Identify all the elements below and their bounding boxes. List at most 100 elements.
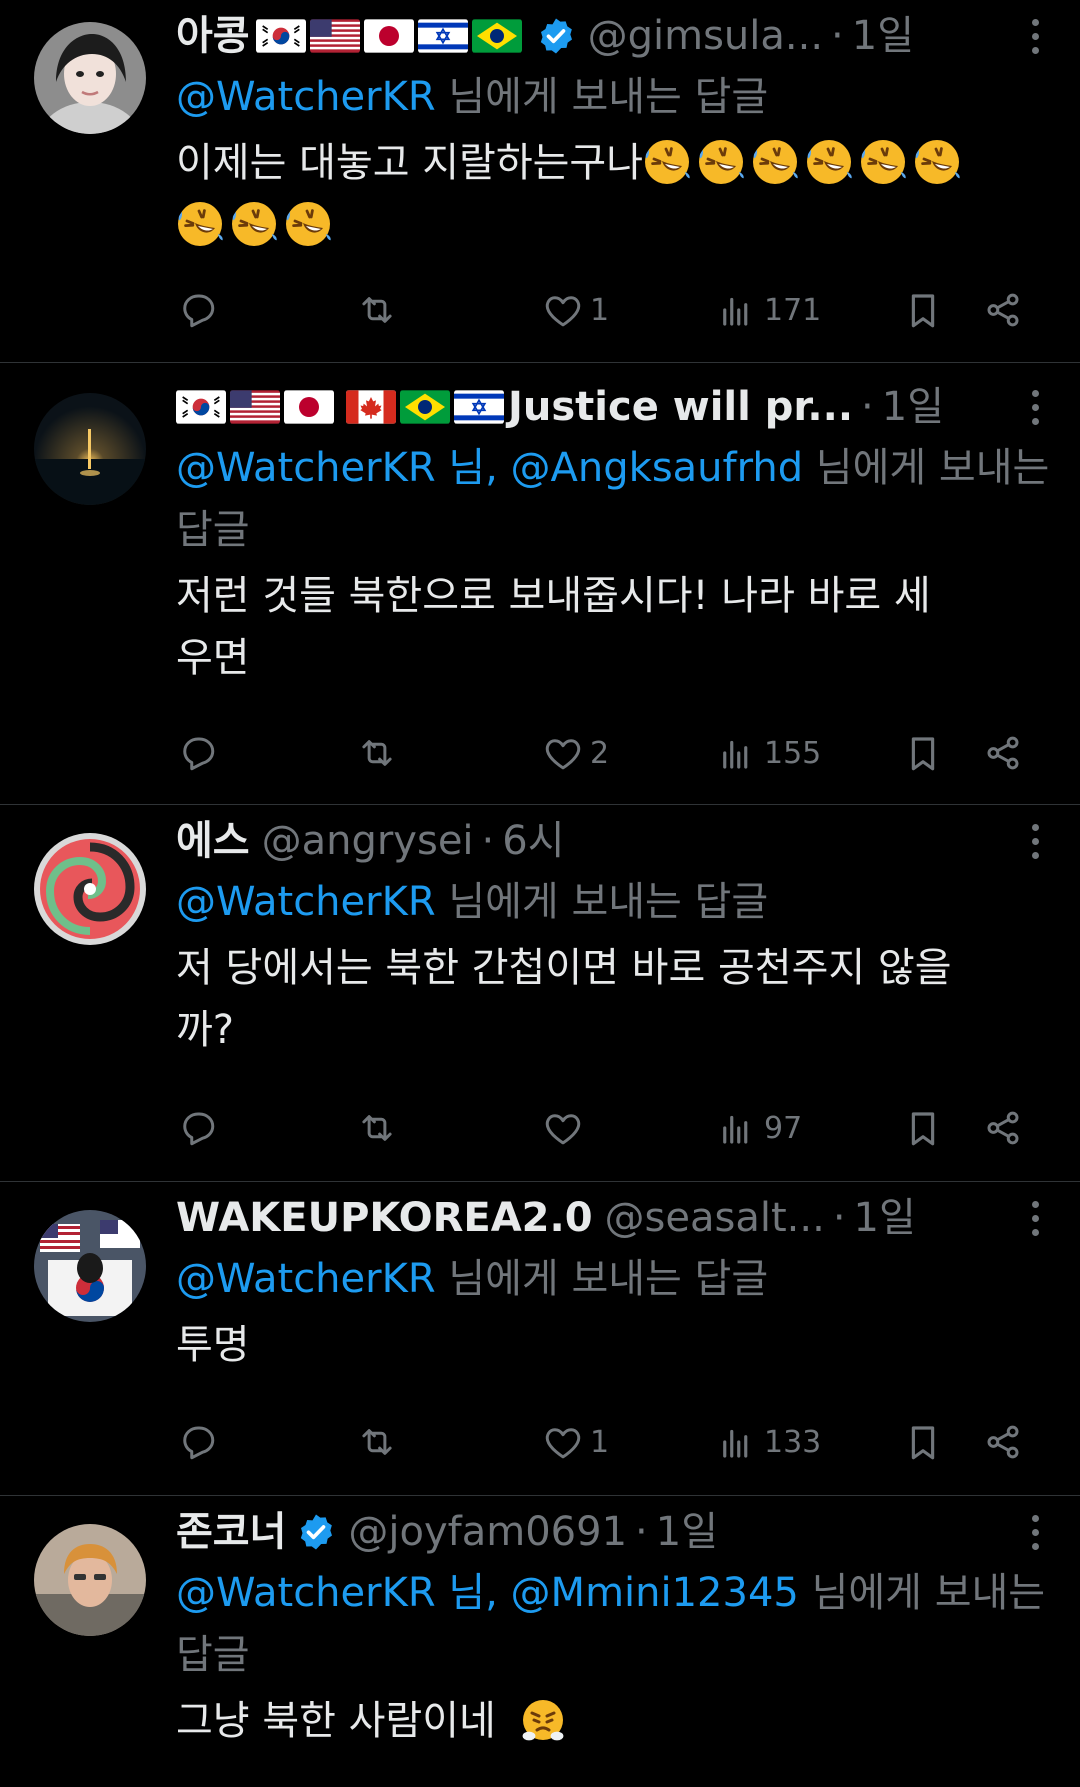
like-count: 1 [590,1424,610,1460]
japan-flag-icon [284,390,334,424]
retweet-button[interactable] [356,725,398,781]
reply-button[interactable] [176,725,218,781]
author-name[interactable]: Justice will pr... [176,379,853,435]
author-name-text: 아콩 [176,13,250,59]
share-button[interactable] [982,725,1024,781]
avatar[interactable] [34,833,146,945]
bookmark-button[interactable] [902,282,944,338]
reply-icon [183,294,215,328]
rofl-emoji-icon [230,200,278,248]
tweet-text: 저런 것들 북한으로 보내줍시다! 나라 바로 세우면 [176,565,1050,689]
rofl-emoji-icon [805,138,854,186]
like-count: 2 [590,735,610,771]
bookmark-button[interactable] [902,1414,944,1470]
tweet-body: 그냥 북한 사람이네 [176,1698,496,1744]
reply-to-label: 님에게 보내는 답글 [435,879,769,925]
reply-mention-link[interactable]: @WatcherKR [176,74,436,120]
more-options-icon[interactable] [1020,14,1050,58]
views-button[interactable]: 155 [716,725,821,781]
share-icon [987,736,1019,770]
tweet-2[interactable]: Justice will pr... · 1일 @WatcherKR 님, @A… [0,363,1080,805]
rofl-emoji-icon [176,200,224,248]
heart-icon [545,1114,581,1145]
share-button[interactable] [982,1100,1024,1156]
reply-mention-link[interactable]: @WatcherKR 님, @Mmini12345 [176,1570,799,1616]
heart-icon [545,1428,581,1459]
reply-button[interactable] [176,1414,218,1470]
reply-mention-link[interactable]: @WatcherKR 님, @Angksaufrhd [176,445,803,491]
reply-button[interactable] [176,282,218,338]
reply-to-line: @WatcherKR 님에게 보내는 답글 [176,871,1050,933]
more-options-icon[interactable] [1020,1196,1050,1240]
author-name[interactable]: 아콩 [176,8,576,64]
retweet-button[interactable] [356,282,398,338]
tweet-1[interactable]: 아콩 @gimsula... · 1일 @WatcherKR 님에게 보내는 답… [0,0,1080,363]
author-name[interactable]: WAKEUPKOREA2.0 [176,1190,593,1246]
timestamp[interactable]: 1일 [854,1190,916,1246]
author-handle[interactable]: @gimsula... [588,8,823,64]
views-button[interactable]: 133 [716,1414,821,1470]
more-options-icon[interactable] [1020,1510,1050,1554]
separator: · [832,1195,846,1241]
avatar[interactable] [34,22,146,134]
retweet-button[interactable] [356,1414,398,1470]
reply-icon [183,737,215,771]
tweet-header: 아콩 @gimsula... · 1일 [176,8,1050,64]
reply-mention-link[interactable]: @WatcherKR [176,1256,436,1302]
bookmark-icon [911,737,935,771]
korea-flag-icon [255,19,306,53]
timestamp[interactable]: 1일 [656,1504,718,1560]
timestamp[interactable]: 1일 [882,379,944,435]
bookmark-button[interactable] [902,725,944,781]
heart-icon [545,739,581,770]
bookmark-button[interactable] [902,1100,944,1156]
like-button[interactable]: 1 [542,1414,609,1470]
usa-flag-icon [309,19,360,53]
author-handle[interactable]: @seasalt... [605,1190,825,1246]
bookmark-icon [911,1112,935,1146]
korea-flag-icon [176,390,226,424]
avatar[interactable] [34,1524,146,1636]
reply-button[interactable] [176,1100,218,1156]
like-button[interactable]: 2 [542,725,609,781]
reply-icon [183,1426,215,1460]
retweet-button[interactable] [356,1100,398,1156]
tweet-5[interactable]: 존코너 @joyfam0691 · 1일 @WatcherKR 님, @Mmin… [0,1496,1080,1787]
tweet-text: 저 당에서는 북한 간첩이면 바로 공천주지 않을까? [176,937,1050,1061]
reply-mention-link[interactable]: @WatcherKR [176,879,436,925]
share-button[interactable] [982,1414,1024,1470]
bookmark-icon [911,1426,935,1460]
tweet-header: WAKEUPKOREA2.0 @seasalt... · 1일 [176,1190,1050,1246]
author-handle[interactable]: @joyfam0691 [348,1504,627,1560]
share-button[interactable] [982,282,1024,338]
view-count: 155 [764,735,822,771]
more-options-icon[interactable] [1020,385,1050,429]
retweet-icon [362,1115,392,1141]
author-name[interactable]: 에스 [176,813,250,869]
separator: · [831,13,844,59]
rofl-emoji-group [643,138,967,186]
like-button[interactable] [542,1100,590,1156]
timestamp[interactable]: 1일 [852,8,914,64]
views-button[interactable]: 171 [716,282,821,338]
tweet-4[interactable]: WAKEUPKOREA2.0 @seasalt... · 1일 @Watcher… [0,1182,1080,1496]
like-button[interactable]: 1 [542,282,609,338]
avatar[interactable] [34,1210,146,1322]
author-name[interactable]: 존코너 [176,1504,336,1560]
views-button[interactable]: 97 [716,1100,802,1156]
reply-to-line: @WatcherKR 님, @Angksaufrhd 님에게 보내는 답글 [176,437,1050,561]
reply-to-line: @WatcherKR 님, @Mmini12345 님에게 보내는 답글 [176,1562,1050,1686]
brazil-flag-icon [471,19,522,53]
more-options-icon[interactable] [1020,819,1050,863]
author-name-text: 에스 [176,818,250,864]
views-icon [723,1115,748,1144]
timestamp[interactable]: 6시 [502,813,564,869]
avatar[interactable] [34,393,146,505]
separator: · [861,384,874,430]
author-handle[interactable]: @angrysei [262,813,474,869]
rofl-emoji-icon [643,138,692,186]
rofl-emoji-icon [284,200,332,248]
flags [176,390,508,424]
tweet-3[interactable]: 에스 @angrysei · 6시 @WatcherKR 님에게 보내는 답글 … [0,805,1080,1182]
verified-badge-icon [299,1512,335,1552]
